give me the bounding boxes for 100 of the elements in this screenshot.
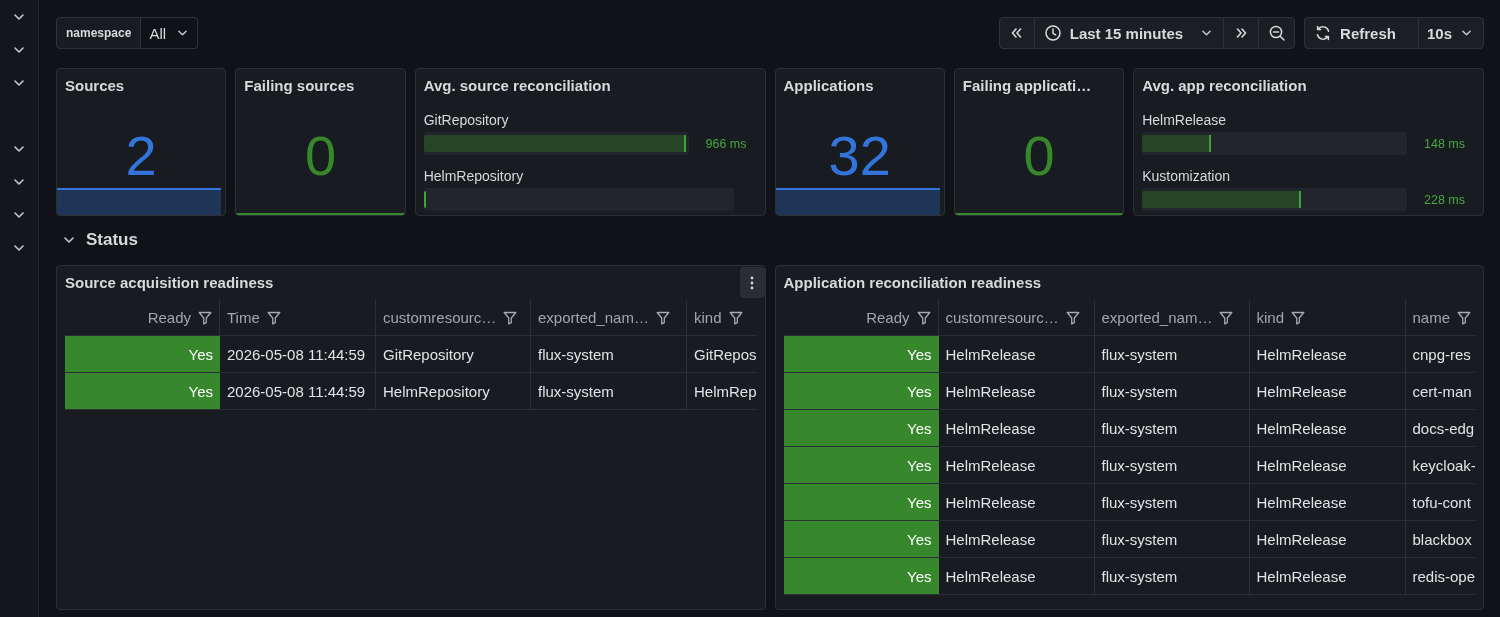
table-cell: 2026-05-08 11:44:59 (220, 336, 376, 372)
bar-label: HelmRelease (1142, 112, 1227, 129)
table-cell: HelmRelease (1249, 336, 1406, 372)
table-cell-text: cnpg-res (1411, 344, 1472, 365)
filter-icon[interactable] (916, 310, 931, 325)
panel-menu-button[interactable] (739, 267, 765, 298)
table-cell: HelmRelease (1249, 558, 1406, 594)
refresh-interval-dropdown[interactable]: 10s (1417, 17, 1484, 49)
bar-label: Kustomization (1142, 168, 1231, 185)
column-header[interactable]: kind (687, 300, 757, 335)
column-header[interactable]: name (1405, 300, 1475, 335)
table-cell: flux-system (531, 336, 687, 372)
column-header[interactable]: exported_nam… (1094, 300, 1250, 335)
filter-icon[interactable] (198, 310, 212, 325)
stat-value: 32 (828, 128, 891, 184)
table-cell: flux-system (1094, 521, 1250, 557)
filter-icon[interactable] (1065, 310, 1080, 325)
column-header[interactable]: exported_nam… (531, 300, 687, 335)
filter-icon[interactable] (728, 310, 743, 325)
refresh-button[interactable]: Refresh (1304, 17, 1419, 49)
stat-value: 0 (1023, 128, 1055, 184)
table-cell-text: blackbox (1411, 529, 1473, 550)
table-cell-text: GitRepos (693, 344, 757, 365)
column-header[interactable]: customresourc… (938, 300, 1095, 335)
panel-title: Failing sources (244, 77, 355, 95)
table-cell: flux-system (1094, 410, 1250, 446)
table-cell: HelmRelease (1249, 373, 1406, 409)
column-header[interactable]: Ready (783, 300, 939, 335)
variable-label: namespace (56, 17, 142, 49)
double-chevron-right-icon (1235, 28, 1247, 38)
table-cell: HelmRelease (938, 558, 1095, 594)
chevron-down-icon[interactable] (14, 79, 24, 86)
status-cell: Yes (783, 336, 939, 372)
chevron-down-icon[interactable] (14, 13, 24, 20)
stat-value: 0 (304, 128, 337, 184)
chevron-down-icon[interactable] (14, 145, 24, 152)
time-range-picker[interactable]: Last 15 minutes (1033, 17, 1225, 49)
chevron-down-icon[interactable] (14, 211, 24, 218)
chevron-down-icon[interactable] (14, 46, 24, 53)
status-cell: Yes (783, 558, 939, 594)
table-cell: flux-system (1094, 558, 1250, 594)
shift-back-button[interactable] (998, 17, 1035, 49)
column-header[interactable]: kind (1249, 300, 1406, 335)
panel-title: Avg. source reconciliation (423, 77, 611, 95)
bar-value: 228 ms (1423, 192, 1465, 207)
filter-icon[interactable] (1219, 310, 1234, 325)
row-toggle[interactable]: Status (56, 230, 138, 250)
column-header[interactable]: customresourc… (376, 300, 531, 335)
variable-dropdown[interactable]: All (141, 17, 199, 49)
column-header[interactable]: Ready (65, 300, 220, 335)
double-chevron-left-icon (1011, 28, 1023, 38)
table-cell-text: redis-ope (1411, 566, 1475, 587)
status-cell: Yes (65, 373, 220, 409)
kebab-menu-icon (750, 275, 754, 290)
filter-icon[interactable] (503, 310, 518, 325)
table-cell-text: docs-edg (1411, 418, 1475, 439)
panel-title: Source acquisition readiness (65, 274, 274, 291)
table-cell: flux-system (531, 373, 687, 409)
zoom-out-button[interactable] (1258, 17, 1296, 49)
status-cell: Yes (783, 373, 939, 409)
refresh-icon (1315, 25, 1332, 41)
bar-label: HelmRepository (423, 168, 524, 185)
panel-title: Application reconciliation readiness (783, 274, 1042, 291)
chevron-down-icon[interactable] (14, 244, 24, 251)
table-cell: HelmRelease (938, 484, 1095, 520)
table-cell-text: cert-man (1411, 381, 1473, 402)
status-cell: Yes (65, 336, 220, 372)
table-cell: HelmRelease (938, 336, 1095, 372)
table-cell: HelmRelease (938, 521, 1095, 557)
table-cell: HelmRelease (1249, 521, 1406, 557)
shift-forward-button[interactable] (1223, 17, 1260, 49)
stat-value: 2 (125, 128, 157, 184)
status-cell: Yes (783, 447, 939, 483)
status-cell: Yes (783, 484, 939, 520)
chevron-down-icon[interactable] (14, 178, 24, 185)
table-cell: flux-system (1094, 373, 1250, 409)
table-cell: 2026-05-08 11:44:59 (220, 373, 376, 409)
table-cell: HelmRelease (938, 410, 1095, 446)
panel-title: Avg. app reconciliation (1142, 77, 1307, 95)
chevron-down-icon (178, 30, 188, 36)
filter-icon[interactable] (1457, 310, 1472, 325)
table-cell: HelmRelease (938, 447, 1095, 483)
panel-title: Failing applicati… (962, 77, 1092, 95)
table-cell: flux-system (1094, 484, 1250, 520)
table-cell: GitRepository (376, 336, 531, 372)
table-cell: HelmRelease (1249, 410, 1406, 446)
table-cell-text: keycloak- (1411, 455, 1475, 476)
table-cell: flux-system (1094, 336, 1250, 372)
clock-icon (1044, 25, 1061, 41)
zoom-out-icon (1268, 25, 1285, 41)
panel-title: Applications (783, 77, 874, 95)
filter-icon[interactable] (1291, 310, 1306, 325)
bar-value: 966 ms (704, 136, 747, 151)
filter-icon[interactable] (655, 310, 670, 325)
filter-icon[interactable] (266, 310, 281, 325)
chevron-down-icon (1462, 30, 1471, 36)
chevron-down-icon (1202, 30, 1212, 36)
column-header[interactable]: Time (220, 300, 376, 335)
table-cell: HelmRepository (376, 373, 531, 409)
table-cell: HelmRelease (1249, 484, 1406, 520)
